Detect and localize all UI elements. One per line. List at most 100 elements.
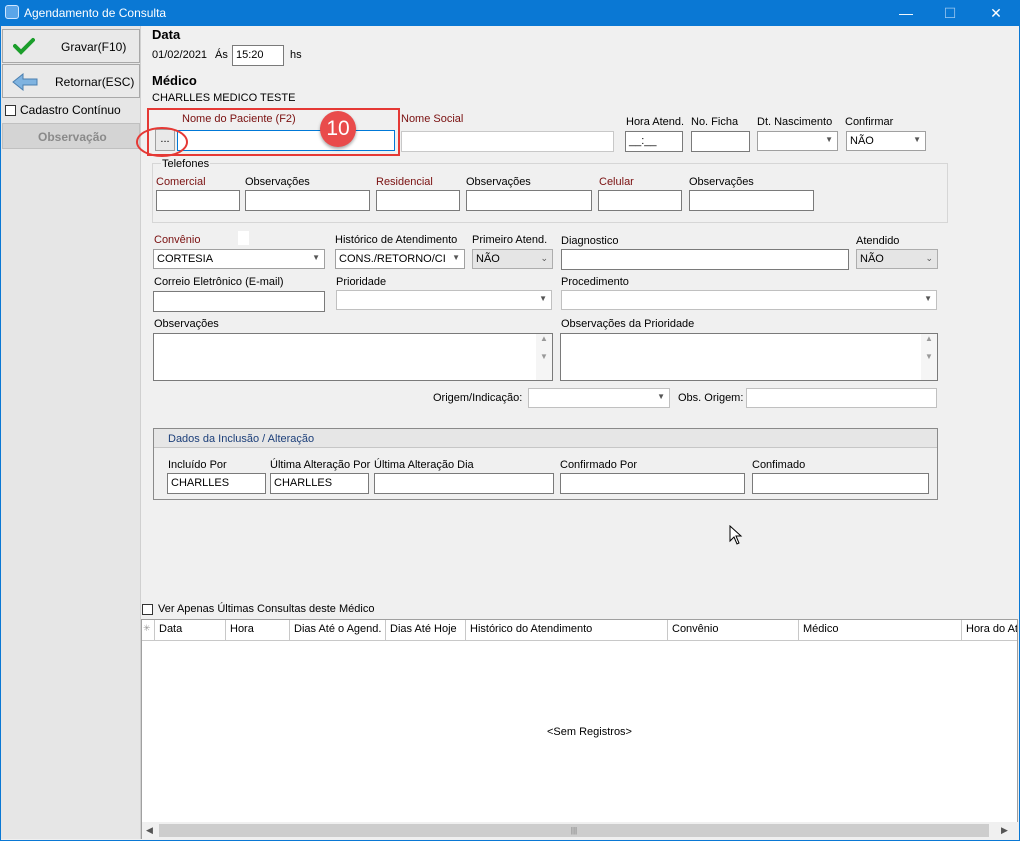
consultations-grid[interactable]: ✳ Data Hora Dias Até o Agend. Dias Até H…	[141, 619, 1018, 839]
confirmar-select[interactable]: NÃO ▼	[846, 131, 926, 151]
minimize-button[interactable]: —	[888, 2, 924, 24]
obs-origem-input[interactable]	[746, 388, 937, 408]
social-name-input[interactable]	[401, 131, 614, 152]
obs-prior-textarea[interactable]: ▲ ▼	[560, 333, 938, 381]
date-value: 01/02/2021	[152, 49, 208, 61]
col-dias-hoje[interactable]: Dias Até Hoje	[386, 620, 466, 641]
continuous-label: Cadastro Contínuo	[20, 103, 121, 117]
comercial-input[interactable]	[156, 190, 240, 211]
primeiro-select[interactable]: NÃO ⌄	[472, 249, 553, 269]
mouse-cursor-icon	[729, 525, 743, 545]
historico-value: CONS./RETORNO/CI	[339, 253, 446, 265]
primeiro-value: NÃO	[476, 253, 500, 265]
chevron-down-icon: ⌄	[925, 253, 933, 263]
doctor-title: Médico	[152, 73, 197, 88]
origem-select[interactable]: ▼	[528, 388, 670, 408]
conf-por-input[interactable]	[560, 473, 745, 494]
ult-alt-input[interactable]: CHARLLES	[270, 473, 369, 494]
confimado-input[interactable]	[752, 473, 929, 494]
social-name-label: Nome Social	[401, 113, 464, 125]
observation-label: Observação	[38, 130, 107, 144]
phones-title: Telefones	[161, 158, 211, 170]
chevron-down-icon: ▼	[539, 294, 547, 303]
save-label: Gravar(F10)	[61, 40, 127, 54]
confimado-label: Confimado	[752, 459, 806, 471]
col-historico[interactable]: Histórico do Atendimento	[466, 620, 668, 641]
obs-textarea[interactable]: ▲ ▼	[153, 333, 553, 381]
col-data[interactable]: Data	[155, 620, 226, 641]
hora-label: Hora Atend.	[626, 116, 685, 128]
step-badge: 10	[320, 111, 356, 147]
atendido-label: Atendido	[856, 235, 900, 247]
title-bar: Agendamento de Consulta — ☐ ✕	[0, 0, 1020, 26]
prioridade-select[interactable]: ▼	[336, 290, 552, 310]
nasc-select[interactable]: ▼	[757, 131, 838, 151]
col-dias-agend[interactable]: Dias Até o Agend.	[290, 620, 386, 641]
atendido-select[interactable]: NÃO ⌄	[856, 249, 938, 269]
chevron-down-icon: ▼	[657, 392, 665, 401]
chevron-down-icon: ▼	[312, 253, 320, 262]
recent-checkbox-label: Ver Apenas Últimas Consultas deste Médic…	[158, 603, 375, 615]
grid-empty-message: <Sem Registros>	[547, 726, 632, 738]
grid-horizontal-scrollbar[interactable]: ◀ ||| ▶	[142, 822, 1018, 839]
back-label: Retornar(ESC)	[55, 75, 135, 89]
time-input[interactable]: 15:20	[232, 45, 284, 66]
obs-prior-label: Observações da Prioridade	[561, 318, 695, 330]
ult-dia-input[interactable]	[374, 473, 554, 494]
email-input[interactable]	[153, 291, 325, 312]
conf-por-label: Confirmado Por	[560, 459, 638, 471]
ult-alt-label: Última Alteração Por	[270, 459, 371, 471]
inclusion-title: Dados da Inclusão / Alteração	[168, 433, 315, 445]
obs3-input[interactable]	[689, 190, 814, 211]
scroll-right-icon[interactable]: ▶	[1001, 825, 1008, 836]
obs-label: Observações	[154, 318, 219, 330]
recent-checkbox[interactable]	[142, 604, 153, 615]
procedimento-label: Procedimento	[561, 276, 629, 288]
chevron-down-icon: ▼	[913, 135, 921, 144]
historico-label: Histórico de Atendimento	[335, 234, 458, 246]
confirmar-value: NÃO	[850, 135, 874, 147]
obs-prior-scrollbar[interactable]: ▲ ▼	[921, 334, 937, 380]
diagnostico-label: Diagnostico	[561, 235, 619, 247]
chevron-down-icon: ▼	[452, 253, 460, 262]
origem-label: Origem/Indicação:	[433, 392, 523, 404]
chevron-down-icon: ▼	[924, 294, 932, 303]
col-convenio[interactable]: Convênio	[668, 620, 799, 641]
col-hora-atend[interactable]: Hora do Ate	[962, 620, 1017, 641]
sidebar: Gravar(F10) Retornar(ESC) Cadastro Contí…	[1, 26, 141, 839]
prioridade-label: Prioridade	[336, 276, 387, 288]
grid-row-marker: ✳	[142, 620, 155, 641]
obs-scrollbar[interactable]: ▲ ▼	[536, 334, 552, 380]
ficha-input[interactable]	[691, 131, 750, 152]
continuous-checkbox[interactable]	[5, 105, 16, 116]
convenio-label: Convênio	[154, 234, 201, 246]
diagnostico-input[interactable]	[561, 249, 849, 270]
col-hora[interactable]: Hora	[226, 620, 290, 641]
procedimento-select[interactable]: ▼	[561, 290, 937, 310]
incluido-label: Incluído Por	[168, 459, 227, 471]
observation-button[interactable]: Observação	[2, 123, 140, 149]
chevron-down-icon: ▼	[825, 135, 833, 144]
obs1-label: Observações	[245, 176, 310, 188]
hora-input[interactable]: __:__	[625, 131, 683, 152]
residencial-input[interactable]	[376, 190, 460, 211]
scroll-thumb[interactable]: |||	[159, 824, 989, 837]
obs1-input[interactable]	[245, 190, 370, 211]
obs-origem-label: Obs. Origem:	[678, 392, 744, 404]
col-medico[interactable]: Médico	[799, 620, 962, 641]
app-icon	[5, 5, 19, 19]
convenio-select[interactable]: CORTESIA ▼	[153, 249, 325, 269]
historico-select[interactable]: CONS./RETORNO/CI ▼	[335, 249, 465, 269]
back-button[interactable]: Retornar(ESC)	[2, 64, 140, 98]
scroll-left-icon[interactable]: ◀	[146, 825, 153, 836]
hs-label: hs	[290, 49, 302, 61]
close-button[interactable]: ✕	[978, 2, 1014, 24]
incluido-input[interactable]: CHARLLES	[167, 473, 266, 494]
residencial-label: Residencial	[376, 176, 433, 188]
celular-input[interactable]	[598, 190, 682, 211]
celular-label: Celular	[599, 176, 634, 188]
obs2-input[interactable]	[466, 190, 592, 211]
maximize-button[interactable]: ☐	[932, 2, 968, 24]
confirmar-label: Confirmar	[845, 116, 894, 128]
save-button[interactable]: Gravar(F10)	[2, 29, 140, 63]
